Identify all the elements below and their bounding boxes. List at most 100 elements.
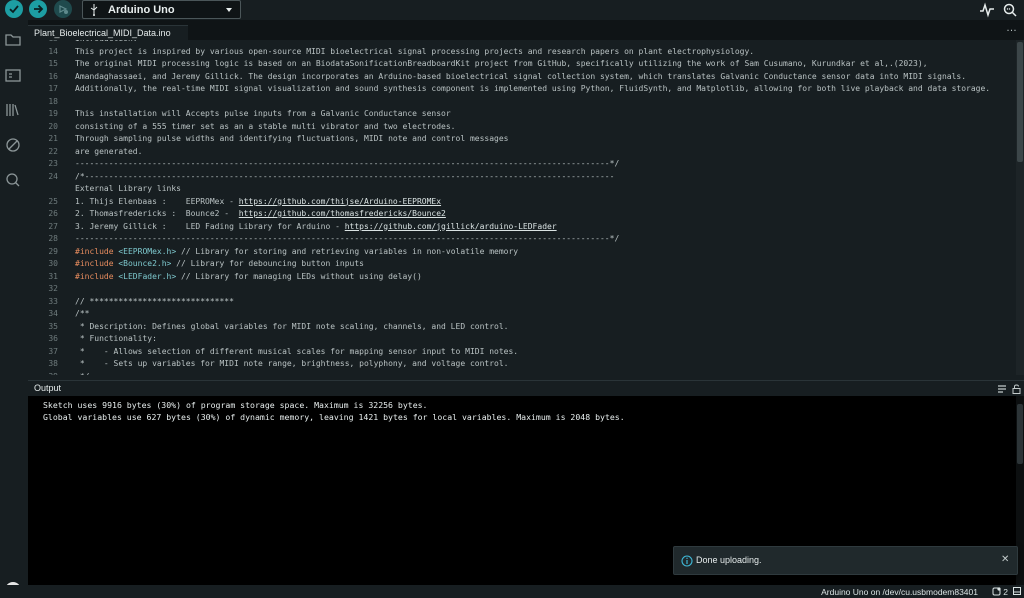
serial-monitor-icon[interactable] — [1002, 2, 1018, 18]
code-text: // ****************************** — [75, 296, 234, 308]
editor-scrollbar-thumb[interactable] — [1017, 42, 1023, 162]
code-token: * - Allows selection of different musica… — [75, 346, 519, 356]
code-line[interactable]: 20 consisting of a 555 timer set as an a … — [28, 121, 1024, 133]
code-text: * - Sets up variables for MIDI note rang… — [75, 358, 509, 370]
code-line[interactable]: 37 * - Allows selection of different mus… — [28, 346, 1024, 358]
code-line[interactable]: 27 3. Jeremy Gillick : LED Fading Library… — [28, 221, 1024, 233]
line-number: 21 — [48, 134, 58, 143]
output-line: Global variables use 627 bytes (30%) of … — [43, 412, 625, 422]
code-line[interactable]: 32 — [28, 283, 1024, 295]
code-line[interactable]: 31 #include <LEDFader.h> // Library for m… — [28, 271, 1024, 283]
code-line[interactable]: External Library links — [28, 183, 1024, 195]
line-number: 17 — [48, 84, 58, 93]
layout-icon[interactable] — [1013, 587, 1021, 595]
line-number: 16 — [48, 71, 58, 81]
folder-icon[interactable] — [3, 30, 23, 50]
code-token: 3. Jeremy Gillick : LED Fading Library f… — [75, 221, 345, 231]
code-text: Amandaghassaei, and Jeremy Gillick. The … — [75, 71, 966, 83]
tab-bar: Plant_Bioelectrical_MIDI_Data.ino … — [28, 20, 1024, 40]
code-line[interactable]: 36 * Functionality: — [28, 333, 1024, 345]
code-token: This project is inspired by various open… — [75, 46, 755, 56]
code-token: consisting of a 555 timer set as an a st… — [75, 121, 456, 131]
code-line[interactable]: 14 This project is inspired by various op… — [28, 46, 1024, 58]
library-manager-icon[interactable] — [3, 100, 23, 120]
code-line[interactable]: 39 */ — [28, 371, 1024, 376]
notification-bell-icon[interactable] — [992, 587, 1001, 596]
editor-scrollbar[interactable] — [1016, 40, 1024, 375]
code-line[interactable]: 17 Additionally, the real-time MIDI signa… — [28, 83, 1024, 95]
code-line[interactable]: 15 The original MIDI processing logic is … — [28, 58, 1024, 70]
code-link[interactable]: https://github.com/jgillick/arduino-LEDF… — [345, 222, 557, 231]
code-text: * Description: Defines global variables … — [75, 321, 509, 333]
code-text: are generated. — [75, 146, 142, 158]
code-keyword: #include — [75, 271, 119, 281]
code-text: 1. Thijs Elenbaas : EEPROMex - https://g… — [75, 196, 441, 208]
line-number: 29 — [48, 246, 58, 256]
scroll-lock-icon[interactable] — [1012, 384, 1021, 394]
code-token: External Library links — [75, 184, 181, 193]
board-selector[interactable]: Arduino Uno — [82, 0, 241, 19]
line-number: 32 — [48, 284, 58, 293]
code-token: */ — [75, 372, 90, 376]
upload-button[interactable] — [29, 0, 47, 18]
search-icon[interactable] — [3, 170, 23, 190]
code-line[interactable]: 16 Amandaghassaei, and Jeremy Gillick. Th… — [28, 71, 1024, 83]
code-line[interactable]: 19 This installation will Accepts pulse i… — [28, 108, 1024, 120]
code-line[interactable]: 30 #include <Bounce2.h> // Library for de… — [28, 258, 1024, 270]
verify-button[interactable] — [5, 0, 23, 18]
code-line[interactable]: 13 Introduction: — [28, 40, 1024, 45]
code-line[interactable]: 25 1. Thijs Elenbaas : EEPROMex - https:/… — [28, 196, 1024, 208]
code-header: <EEPROMex.h> — [118, 246, 177, 256]
code-token: Additionally, the real-time MIDI signal … — [75, 84, 991, 93]
close-icon[interactable]: ✕ — [1001, 554, 1009, 565]
line-number: 19 — [48, 109, 58, 118]
code-editor[interactable]: 39 */38 * - Sets up variables for MIDI n… — [28, 40, 1024, 375]
output-title: Output — [34, 383, 62, 393]
code-token: Introduction: — [75, 40, 138, 43]
tab-sketch[interactable]: Plant_Bioelectrical_MIDI_Data.ino — [28, 25, 188, 40]
line-number: 31 — [48, 271, 58, 281]
code-text: This project is inspired by various open… — [75, 46, 754, 58]
debug-icon[interactable] — [3, 135, 23, 155]
code-line[interactable]: 18 — [28, 96, 1024, 108]
line-number: 25 — [48, 196, 58, 206]
serial-plotter-icon[interactable] — [979, 2, 995, 18]
code-line[interactable]: 24 /*------------------------------------… — [28, 171, 1024, 183]
code-line[interactable]: 35 * Description: Defines global variabl… — [28, 321, 1024, 333]
notification-text: Done uploading. — [696, 555, 762, 565]
code-link[interactable]: https://github.com/thijse/Arduino-EEPROM… — [239, 197, 441, 206]
code-line[interactable]: 34 /** — [28, 308, 1024, 320]
line-number: 14 — [48, 46, 58, 56]
line-number: 30 — [48, 259, 58, 268]
chevron-down-icon — [226, 7, 232, 12]
code-text: External Library links — [75, 183, 181, 195]
code-link[interactable]: https://github.com/thomasfredericks/Boun… — [239, 209, 446, 218]
board-port-status[interactable]: Arduino Uno on /dev/cu.usbmodem83401 — [821, 587, 978, 597]
code-line[interactable]: 29 #include <EEPROMex.h> // Library for s… — [28, 246, 1024, 258]
code-text: 2. Thomasfredericks : Bounce2 - https://… — [75, 208, 446, 220]
code-text: Introduction: — [75, 40, 138, 45]
code-line[interactable]: 33 // ****************************** — [28, 296, 1024, 308]
code-line[interactable]: 23 --------------------------------------… — [28, 158, 1024, 170]
line-number: 26 — [48, 209, 58, 218]
debug-button[interactable] — [54, 0, 72, 18]
code-line[interactable]: 38 * - Sets up variables for MIDI note r… — [28, 358, 1024, 370]
code-line[interactable]: 26 2. Thomasfredericks : Bounce2 - https:… — [28, 208, 1024, 220]
code-token: 1. Thijs Elenbaas : EEPROMex - — [75, 196, 239, 206]
code-token: // Library for managing LEDs without usi… — [176, 271, 422, 281]
line-number: 37 — [48, 346, 58, 356]
board-manager-icon[interactable] — [3, 65, 23, 85]
code-line[interactable]: 22 are generated. — [28, 146, 1024, 158]
notification-count: 2 — [1003, 587, 1008, 597]
more-tabs-icon[interactable]: … — [1006, 22, 1018, 34]
clear-output-icon[interactable] — [997, 384, 1007, 394]
output-scrollbar-thumb[interactable] — [1017, 404, 1023, 464]
code-line[interactable]: 28 --------------------------------------… — [28, 233, 1024, 245]
code-token: // Library for storing and retrieving va… — [176, 246, 519, 256]
code-text: The original MIDI processing logic is ba… — [75, 58, 928, 70]
code-token: 2. Thomasfredericks : Bounce2 - — [75, 209, 239, 218]
code-line[interactable]: 21 Through sampling pulse widths and iden… — [28, 133, 1024, 145]
code-token: * - Sets up variables for MIDI note rang… — [75, 359, 509, 368]
code-header: <Bounce2.h> — [118, 259, 172, 268]
code-keyword: #include — [75, 259, 119, 268]
